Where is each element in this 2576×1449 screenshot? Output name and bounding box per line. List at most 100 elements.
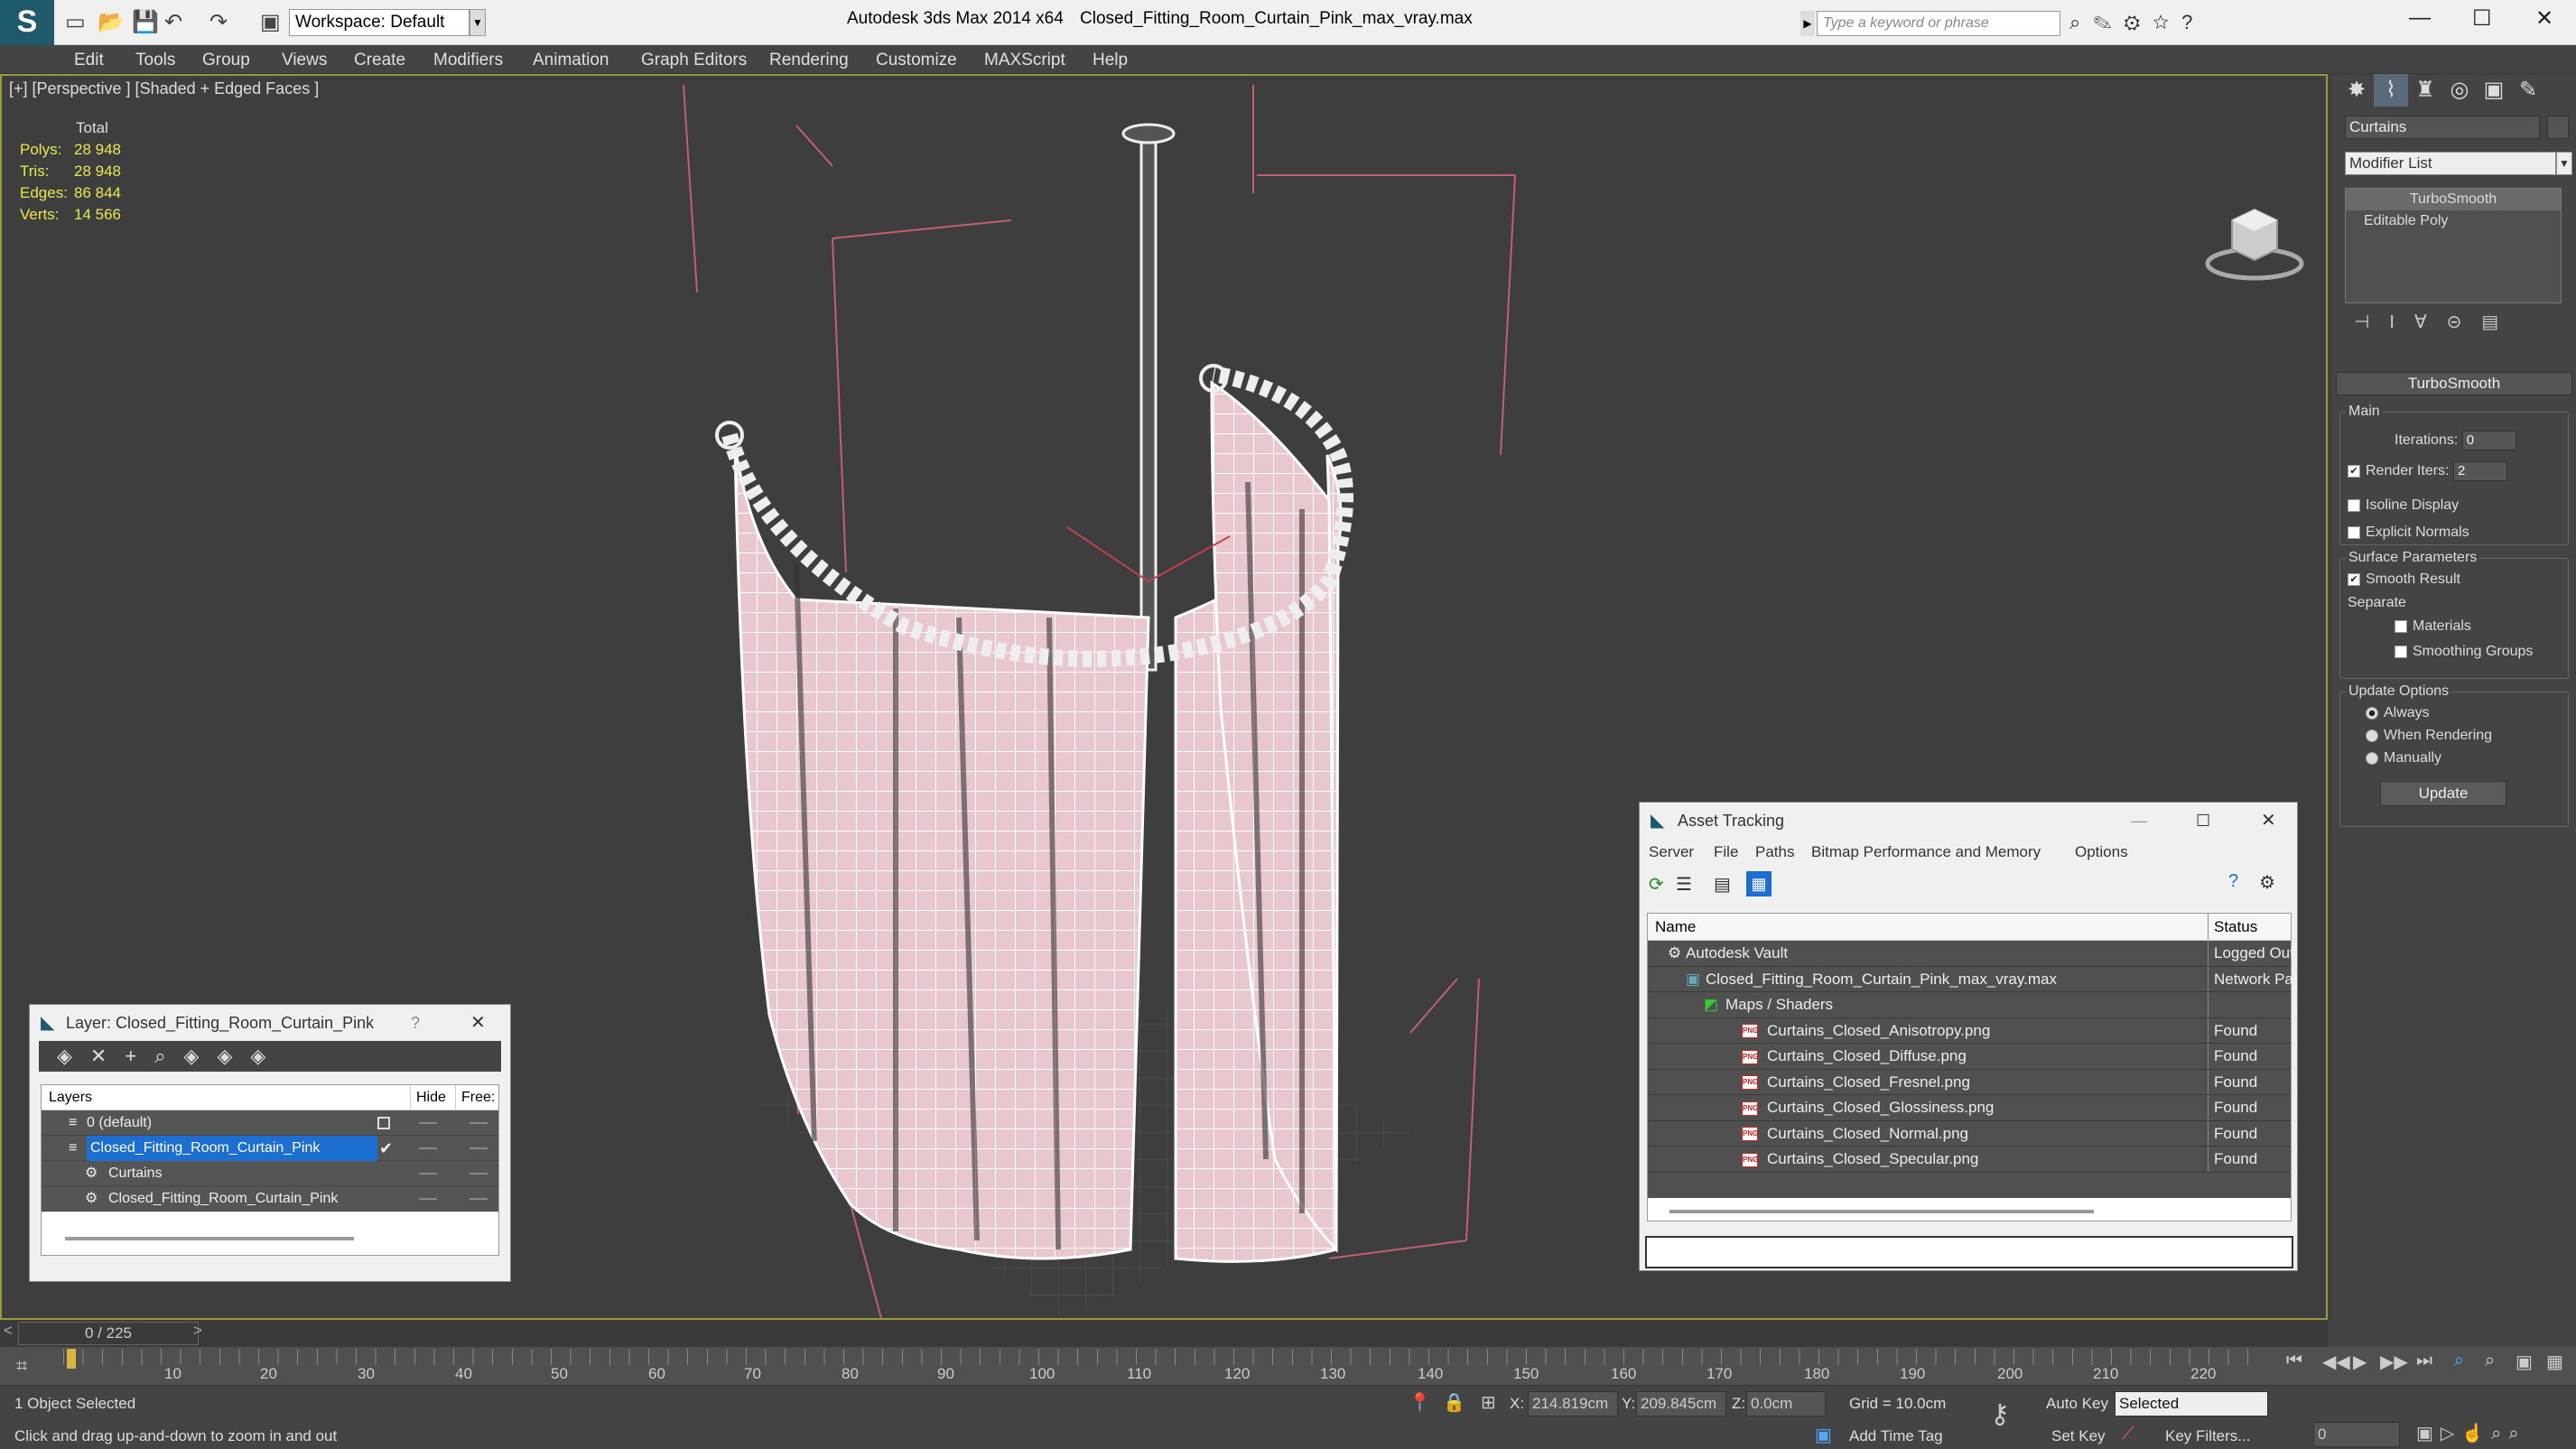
materials-checkbox[interactable] [2395, 619, 2407, 633]
render-iters-checkbox[interactable]: ✔ [2348, 465, 2360, 478]
layer-window-titlebar[interactable]: ◣ Layer: Closed_Fitting_Room_Curtain_Pin… [30, 1005, 510, 1041]
workspace-dropdown-icon[interactable]: ▼ [470, 9, 486, 36]
x-coordinate-field[interactable]: 214.819cm [1528, 1391, 1618, 1416]
menu-help[interactable]: Help [1093, 51, 1128, 70]
settings-icon[interactable]: ⚙ [2259, 871, 2275, 894]
menu-modifiers[interactable]: Modifiers [433, 51, 503, 70]
asset-window-titlebar[interactable]: ◣ Asset Tracking — ☐ ✕ [1640, 803, 2297, 839]
layer-row[interactable]: ⚙ Curtains [42, 1161, 498, 1186]
layer-name[interactable]: 0 (default) [87, 1110, 152, 1136]
menu-views[interactable]: Views [282, 51, 327, 70]
menu-tools[interactable]: Tools [135, 51, 175, 70]
transform-mode-icon[interactable]: ⊞ [1481, 1391, 1496, 1414]
save-file-icon[interactable]: 💾 [132, 9, 159, 35]
zoom-extents-all-icon[interactable]: ▦ [2546, 1351, 2563, 1373]
modify-tab-icon[interactable]: ⌇ [2374, 74, 2408, 107]
menu-graph-editors[interactable]: Graph Editors [641, 51, 747, 70]
asset-menu-server[interactable]: Server [1649, 839, 1694, 866]
help-icon[interactable]: ? [411, 1005, 420, 1041]
table-row[interactable]: ⚙ Autodesk Vault Logged Out [1648, 941, 2292, 967]
iterations-spinner[interactable]: 0 [2461, 431, 2516, 450]
update-button[interactable]: Update [2380, 781, 2506, 806]
app-logo-icon[interactable]: S [0, 0, 54, 45]
manually-radio[interactable] [2366, 751, 2378, 765]
menu-customize[interactable]: Customize [876, 51, 957, 70]
list-view-icon[interactable]: ☰ [1676, 873, 1692, 896]
modifier-list-dropdown[interactable]: Modifier List [2345, 152, 2556, 175]
table-row[interactable]: PNG Curtains_Closed_Specular.png Found [1648, 1147, 2291, 1173]
viewcube-icon[interactable] [2205, 193, 2304, 283]
asset-menu-bitmap[interactable]: Bitmap Performance and Memory [1811, 839, 2041, 866]
smoothing-groups-checkbox[interactable] [2395, 645, 2407, 658]
object-color-swatch[interactable] [2547, 116, 2569, 139]
col-name[interactable]: Name [1648, 918, 1696, 935]
table-row[interactable]: PNG Curtains_Closed_Fresnel.png Found [1648, 1069, 2291, 1095]
table-row[interactable]: PNG Curtains_Closed_Anisotropy.png Found [1648, 1017, 2291, 1044]
play-icon[interactable]: ▶ [2353, 1351, 2367, 1373]
current-layer-checkbox[interactable] [377, 1117, 390, 1129]
col-hide[interactable]: Hide [410, 1085, 446, 1110]
viewport-nav-icons[interactable]: ▣▷☝⌕⌕ [2416, 1422, 2526, 1444]
asset-path-field[interactable] [1645, 1236, 2293, 1268]
chevron-down-icon[interactable]: ▼ [2556, 152, 2572, 175]
refresh-icon[interactable]: ⟳ [1649, 873, 1664, 896]
asset-menu-paths[interactable]: Paths [1755, 839, 1794, 866]
object-name-field[interactable]: Curtains [2345, 116, 2540, 139]
infocenter-icons[interactable]: ⌕✎⚙☆? [2069, 11, 2205, 34]
explicit-normals-checkbox[interactable] [2348, 525, 2360, 539]
smooth-result-checkbox[interactable]: ✔ [2348, 572, 2360, 586]
add-time-tag[interactable]: Add Time Tag [1849, 1427, 1943, 1445]
motion-tab-icon[interactable]: ◎ [2442, 74, 2477, 107]
search-input[interactable]: Type a keyword or phrase [1817, 11, 2060, 36]
table-row[interactable]: PNG Curtains_Closed_Diffuse.png Found [1648, 1044, 2291, 1070]
layer-row[interactable]: ⚙ Closed_Fitting_Room_Curtain_Pink [42, 1186, 498, 1212]
menu-maxscript[interactable]: MAXScript [984, 51, 1065, 70]
set-key-button[interactable]: Set Key [2051, 1427, 2106, 1445]
maximize-icon[interactable]: ☐ [2472, 5, 2492, 32]
y-coordinate-field[interactable]: 209.845cm [1636, 1391, 1726, 1416]
table-view-icon[interactable]: ▦ [1746, 871, 1772, 896]
layer-toolbar[interactable]: ◈✕+⌕◈◈◈ [39, 1041, 501, 1072]
menu-edit[interactable]: Edit [74, 51, 104, 70]
zoom-all-icon[interactable]: ⌕ [2485, 1351, 2495, 1371]
col-layers[interactable]: Layers [42, 1090, 92, 1105]
close-icon[interactable]: ✕ [2261, 803, 2276, 839]
isoline-checkbox[interactable] [2348, 498, 2360, 512]
zoom-icon[interactable]: ⌕ [2454, 1351, 2464, 1371]
rollout-title[interactable]: TurboSmooth [2336, 372, 2572, 395]
undo-icon[interactable]: ↶ [164, 9, 182, 35]
curve-editor-icon[interactable]: ⌗ [16, 1354, 27, 1378]
layer-name[interactable]: Closed_Fitting_Room_Curtain_Pink [108, 1186, 338, 1212]
detail-view-icon[interactable]: ▤ [1714, 873, 1731, 896]
menu-create[interactable]: Create [354, 51, 405, 70]
help-icon[interactable]: ? [2228, 871, 2238, 892]
close-icon[interactable]: ✕ [470, 1005, 486, 1041]
time-slider-thumb[interactable]: 0 / 225 [18, 1322, 199, 1345]
workspace-select[interactable]: Workspace: Default [289, 9, 470, 36]
search-expand-icon[interactable]: ▶ [1800, 11, 1815, 36]
isolate-icon[interactable]: 📍 [1409, 1391, 1431, 1414]
utilities-tab-icon[interactable]: ✎ [2511, 74, 2545, 107]
layer-name[interactable]: Closed_Fitting_Room_Curtain_Pink [87, 1136, 377, 1161]
set-key-icon[interactable]: ⟋ [2122, 1424, 2134, 1444]
layer-row[interactable]: ≡ Closed_Fitting_Room_Curtain_Pink ✔ [42, 1136, 498, 1161]
menu-group[interactable]: Group [202, 51, 250, 70]
layer-row[interactable]: ≡ 0 (default) [42, 1110, 498, 1136]
table-row[interactable]: PNG Curtains_Closed_Glossiness.png Found [1648, 1095, 2291, 1121]
close-icon[interactable]: ✕ [2535, 5, 2553, 32]
auto-key-button[interactable]: Auto Key [2046, 1395, 2108, 1413]
create-tab-icon[interactable]: ✸ [2339, 74, 2374, 107]
asset-menu-options[interactable]: Options [2075, 839, 2128, 866]
end-icon[interactable]: ⏭ [2416, 1351, 2432, 1371]
table-row[interactable]: PNG Curtains_Closed_Normal.png Found [1648, 1120, 2291, 1147]
layer-name[interactable]: Curtains [108, 1161, 163, 1186]
menu-rendering[interactable]: Rendering [769, 51, 849, 70]
current-frame-marker[interactable] [67, 1349, 76, 1369]
next-key-icon[interactable]: ▶▶ [2380, 1351, 2408, 1373]
time-tag-icon[interactable]: ▣ [1815, 1424, 1832, 1446]
when-rendering-radio[interactable] [2366, 729, 2378, 742]
hierarchy-tab-icon[interactable]: ♜ [2408, 74, 2442, 107]
horizontal-scrollbar[interactable] [65, 1237, 354, 1240]
table-row[interactable]: ▣ Closed_Fitting_Room_Curtain_Pink_max_vr… [1648, 966, 2292, 992]
asset-menu-file[interactable]: File [1714, 839, 1738, 866]
